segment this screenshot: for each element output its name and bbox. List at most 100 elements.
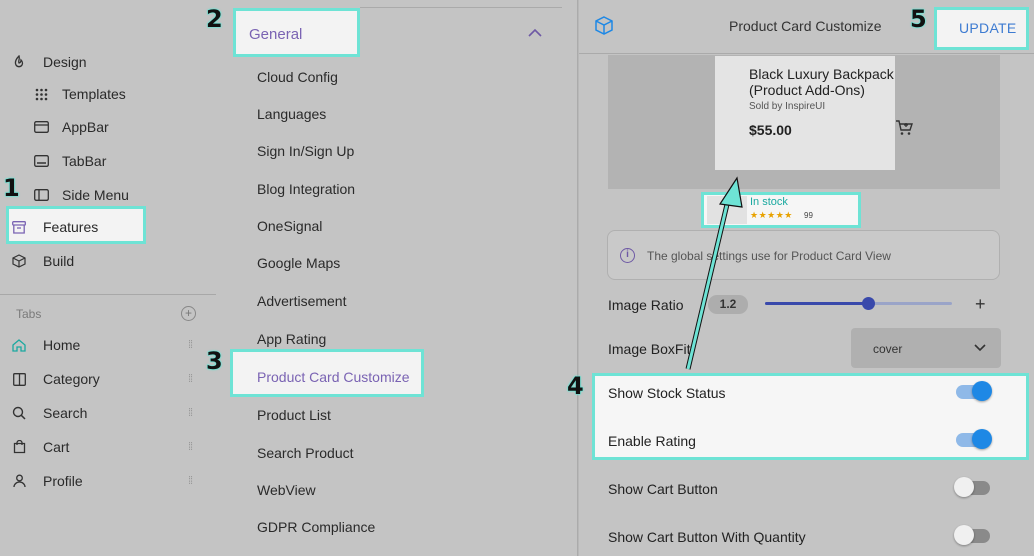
rating-count: 99	[804, 211, 813, 220]
tab-item-label: Category	[43, 371, 100, 387]
add-to-cart-icon	[895, 120, 913, 141]
image-boxfit-label: Image BoxFit	[608, 341, 691, 357]
drag-handle-icon[interactable]: ⁞⁞	[188, 339, 193, 351]
tab-item-cart[interactable]: Cart	[8, 432, 69, 462]
sidebar-item-label: Build	[43, 253, 75, 269]
update-button-label: UPDATE	[959, 20, 1017, 36]
toggle-thumb	[954, 525, 974, 545]
product-price: $55.00	[749, 122, 792, 138]
menu-item-sign-in[interactable]: Sign In/Sign Up	[257, 143, 354, 159]
image-ratio-label: Image Ratio	[608, 297, 684, 313]
slider-knob[interactable]	[861, 297, 875, 310]
menu-section-title: General	[249, 26, 303, 43]
tab-item-label: Search	[43, 405, 88, 421]
person-icon	[8, 474, 30, 488]
step-number-1: 1	[3, 174, 21, 203]
slider-fill	[765, 302, 868, 305]
sidebar-divider	[0, 294, 216, 295]
menu-item-languages[interactable]: Languages	[257, 106, 326, 122]
feature-menu: General Cloud Config Languages Sign In/S…	[216, 0, 578, 556]
side-menu-icon	[30, 189, 52, 201]
sidebar-item-label: Side Menu	[62, 187, 129, 203]
settings-panel: Product Card Customize UPDATE Black Luxu…	[579, 0, 1034, 556]
step-number-4: 4	[567, 372, 585, 401]
step-number-2: 2	[206, 5, 224, 34]
sidebar-item-templates[interactable]: Templates	[30, 79, 126, 109]
product-card-preview: Black Luxury Backpack (Product Add-Ons) …	[608, 55, 1000, 228]
home-icon	[8, 338, 30, 352]
toggle-label-cart-qty: Show Cart Button With Quantity	[608, 529, 806, 545]
category-icon	[8, 372, 30, 386]
show-stock-status-toggle[interactable]	[956, 381, 992, 401]
sidebar-item-features[interactable]: Features	[8, 212, 98, 242]
drag-handle-icon[interactable]: ⁞⁞	[188, 475, 193, 487]
menu-item-product-list[interactable]: Product List	[257, 407, 331, 423]
chevron-up-icon[interactable]	[528, 24, 542, 40]
plus-icon[interactable]: +	[975, 294, 986, 315]
sidebar-item-build[interactable]: Build	[8, 246, 74, 276]
rating-stars-icon: ★★★★★	[750, 210, 793, 220]
product-seller: Sold by InspireUI	[749, 101, 826, 112]
menu-item-app-rating[interactable]: App Rating	[257, 331, 326, 347]
tabs-section-label: Tabs	[16, 307, 42, 321]
grid-dots-icon	[30, 88, 52, 101]
sidebar-item-design[interactable]: Design	[8, 47, 87, 77]
toggle-thumb	[972, 429, 992, 449]
image-ratio-value: 1.2	[708, 295, 748, 314]
toggle-label-stock: Show Stock Status	[608, 385, 726, 401]
menu-item-webview[interactable]: WebView	[257, 482, 316, 498]
menu-item-blog-integration[interactable]: Blog Integration	[257, 181, 355, 197]
menu-item-advertisement[interactable]: Advertisement	[257, 293, 346, 309]
product-name: Black Luxury Backpack (Product Add-Ons)	[749, 66, 894, 98]
image-boxfit-select[interactable]: cover	[851, 328, 1001, 368]
menu-section-general[interactable]: General	[233, 8, 360, 57]
tab-item-label: Profile	[43, 473, 83, 489]
sidebar-item-label: Features	[43, 219, 99, 235]
show-cart-quantity-toggle[interactable]	[954, 525, 990, 545]
cube-icon	[8, 254, 30, 268]
drag-handle-icon[interactable]: ⁞⁞	[188, 373, 193, 385]
info-banner: i The global settings use for Product Ca…	[607, 230, 1000, 280]
enable-rating-toggle[interactable]	[956, 429, 992, 449]
menu-item-gdpr[interactable]: GDPR Compliance	[257, 519, 375, 535]
stock-status: In stock	[750, 196, 788, 208]
step-number-3: 3	[206, 347, 224, 376]
toggle-label-cart: Show Cart Button	[608, 481, 718, 497]
tab-item-category[interactable]: Category	[8, 364, 100, 394]
menu-item-product-card-customize[interactable]: Product Card Customize	[230, 349, 424, 397]
toggle-thumb	[972, 381, 992, 401]
cube-icon	[595, 16, 613, 40]
tab-item-profile[interactable]: Profile	[8, 466, 83, 496]
show-cart-button-toggle[interactable]	[954, 477, 990, 497]
add-tab-icon[interactable]: +	[181, 306, 196, 321]
menu-item-search-product[interactable]: Search Product	[257, 445, 354, 461]
sidebar-item-tabbar[interactable]: TabBar	[30, 146, 106, 176]
tab-item-home[interactable]: Home	[8, 330, 80, 360]
drag-handle-icon[interactable]: ⁞⁞	[188, 441, 193, 453]
archive-icon	[8, 220, 30, 234]
search-icon	[8, 406, 30, 420]
menu-item-cloud-config[interactable]: Cloud Config	[257, 69, 338, 85]
drag-handle-icon[interactable]: ⁞⁞	[188, 407, 193, 419]
tab-item-search[interactable]: Search	[8, 398, 87, 428]
image-ratio-slider[interactable]	[765, 297, 952, 310]
info-icon: i	[620, 248, 635, 263]
menu-item-google-maps[interactable]: Google Maps	[257, 255, 340, 271]
update-button[interactable]: UPDATE	[934, 7, 1029, 50]
sidebar-item-appbar[interactable]: AppBar	[30, 112, 109, 142]
appbar-icon	[30, 121, 52, 133]
image-boxfit-value: cover	[873, 342, 903, 356]
sidebar-item-label: TabBar	[62, 153, 107, 169]
product-thumbnail	[707, 196, 747, 224]
panel-title: Product Card Customize	[729, 18, 882, 34]
stock-rating-highlight: In stock ★★★★★ 99	[701, 192, 861, 228]
palette-icon	[8, 55, 30, 69]
cart-icon	[8, 440, 30, 454]
toggle-thumb	[954, 477, 974, 497]
tab-item-label: Home	[43, 337, 81, 353]
menu-item-onesignal[interactable]: OneSignal	[257, 218, 322, 234]
tabbar-icon	[30, 155, 52, 167]
menu-divider	[360, 7, 562, 8]
sidebar: Design Templates AppBar TabBar Side Menu…	[0, 0, 216, 556]
menu-item-label: Product Card Customize	[257, 369, 410, 385]
